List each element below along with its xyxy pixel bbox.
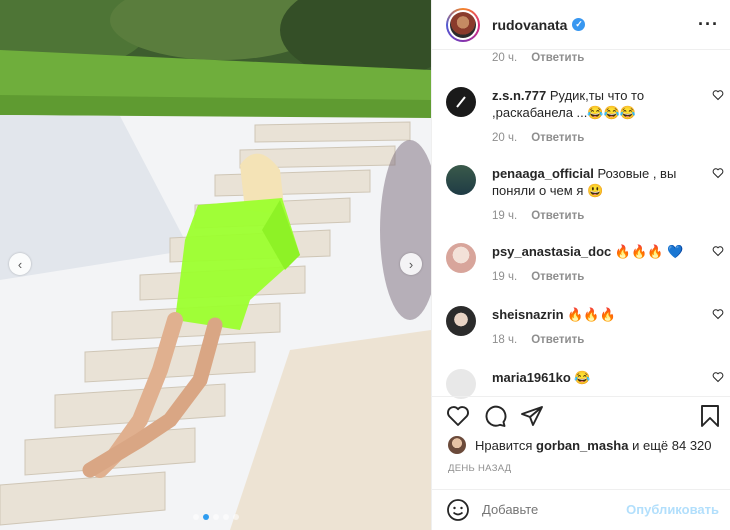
commenter-avatar[interactable]	[446, 87, 476, 117]
reply-button[interactable]: Ответить	[531, 334, 584, 346]
list-item: z.s.n.777 Рудик,ты что то ,раскабанела .…	[446, 87, 724, 147]
comment-input[interactable]	[482, 502, 622, 517]
comment-username[interactable]: sheisnazrin	[492, 307, 564, 322]
list-item: psy_anastasia_doc 🔥🔥🔥 💙 19 ч. Ответить	[446, 243, 724, 286]
like-heart-icon[interactable]	[446, 404, 470, 428]
list-item: maria1961ko 😂	[446, 369, 724, 399]
commenter-avatar[interactable]	[446, 369, 476, 399]
verified-badge-icon: ✓	[572, 18, 586, 31]
save-bookmark-icon[interactable]	[698, 404, 722, 428]
more-options-icon[interactable]: ···	[698, 14, 719, 35]
comment-time: 19 ч.	[492, 210, 518, 222]
reply-button[interactable]: Ответить	[531, 210, 584, 222]
author-avatar[interactable]	[446, 7, 480, 42]
carousel-dot-active	[202, 514, 209, 520]
post-header: rudovanata ✓ ···	[432, 0, 730, 50]
divider	[432, 396, 730, 397]
liker-avatar[interactable]	[448, 436, 466, 454]
comment-username[interactable]: penaaga_official	[492, 166, 594, 181]
post-side-panel: rudovanata ✓ ··· 20 ч. Ответить z.s.n.777…	[431, 0, 730, 530]
comment-text: 🔥🔥🔥	[567, 307, 616, 322]
comment-time: 20 ч.	[492, 132, 518, 144]
list-item: penaaga_official Розовые , вы поняли о ч…	[446, 165, 724, 225]
like-comment-heart-icon[interactable]	[712, 308, 724, 320]
comment-username[interactable]: z.s.n.777	[492, 88, 546, 103]
comment-bubble-icon[interactable]	[483, 404, 507, 428]
post-date[interactable]: ДЕНЬ НАЗАД	[448, 463, 511, 474]
comment-time: 19 ч.	[492, 271, 518, 283]
carousel-dot	[192, 514, 199, 520]
reply-button[interactable]: Ответить	[531, 132, 584, 144]
carousel-dot	[232, 514, 239, 520]
carousel-dot	[222, 514, 229, 520]
publish-button[interactable]: Опубликовать	[626, 502, 719, 517]
comment-time: 18 ч.	[492, 334, 518, 346]
carousel-prev-button[interactable]: ‹	[9, 253, 31, 275]
add-comment-bar: Опубликовать	[432, 489, 730, 530]
emoji-smile-icon[interactable]	[446, 498, 470, 522]
reply-button[interactable]: Ответить	[531, 52, 584, 64]
post-photo[interactable]: ‹ ›	[0, 0, 431, 530]
like-comment-heart-icon[interactable]	[712, 89, 724, 101]
comments-list[interactable]: 20 ч. Ответить z.s.n.777 Рудик,ты что то …	[432, 50, 730, 399]
carousel-dot	[212, 514, 219, 520]
likes-summary: Нравится gorban_masha и ещё 84 320	[448, 436, 712, 454]
likes-prefix: Нравится	[475, 437, 533, 453]
author-username[interactable]: rudovanata	[492, 17, 567, 33]
likes-count[interactable]: и ещё 84 320	[632, 438, 711, 453]
post-actions	[432, 404, 730, 428]
commenter-avatar[interactable]	[446, 306, 476, 336]
comment-username[interactable]: maria1961ko	[492, 370, 571, 385]
reply-button[interactable]: Ответить	[531, 271, 584, 283]
photo-illustration	[0, 0, 431, 530]
comment-time: 20 ч.	[492, 52, 518, 64]
liker-username[interactable]: gorban_masha	[536, 438, 628, 453]
like-comment-heart-icon[interactable]	[712, 167, 724, 179]
commenter-avatar[interactable]	[446, 165, 476, 195]
commenter-avatar[interactable]	[446, 243, 476, 273]
share-send-icon[interactable]	[520, 404, 544, 428]
like-comment-heart-icon[interactable]	[712, 245, 724, 257]
carousel-next-button[interactable]: ›	[400, 253, 422, 275]
comment-meta: 20 ч. Ответить	[492, 52, 584, 64]
carousel-dots	[0, 514, 431, 520]
comment-text: 😂	[574, 370, 591, 385]
comment-text: 🔥🔥🔥 💙	[614, 244, 684, 259]
list-item: sheisnazrin 🔥🔥🔥 18 ч. Ответить	[446, 306, 724, 349]
comment-username[interactable]: psy_anastasia_doc	[492, 244, 611, 259]
like-comment-heart-icon[interactable]	[712, 371, 724, 383]
